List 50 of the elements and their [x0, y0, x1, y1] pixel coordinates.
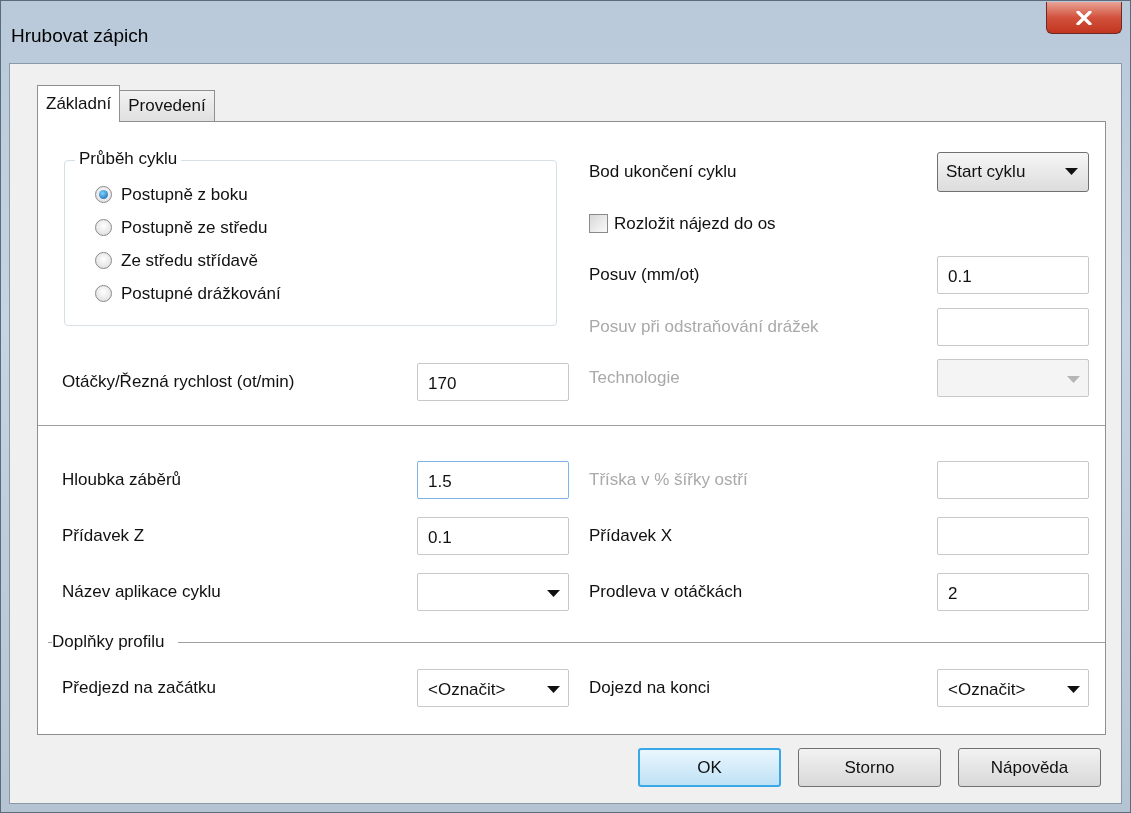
field-label: Přídavek X	[589, 526, 673, 545]
text-field[interactable]	[937, 517, 1089, 555]
close-icon	[1076, 10, 1092, 25]
radio-label: Postupné drážkování	[121, 283, 281, 304]
radio-button[interactable]	[95, 285, 112, 302]
field-label: Bod ukončení cyklu	[589, 162, 737, 181]
combo-box[interactable]: <Označit>	[937, 669, 1089, 707]
field-label: Přídavek Z	[62, 526, 145, 545]
checkbox[interactable]	[589, 214, 608, 233]
section-title: Doplňky profilu	[52, 632, 166, 652]
radio-button[interactable]	[95, 186, 112, 203]
combo-box[interactable]	[417, 573, 569, 611]
close-button[interactable]	[1046, 2, 1122, 34]
text-field[interactable]: 0.1	[417, 517, 569, 555]
radio-button[interactable]	[95, 219, 112, 236]
dropdown-button[interactable]: Start cyklu	[937, 152, 1089, 192]
field-label: Tříska v % šířky ostří	[589, 470, 748, 489]
dialog-button[interactable]: OK	[638, 748, 781, 787]
radio-label: Ze středu střídavě	[121, 250, 258, 271]
tab[interactable]: Základní	[37, 85, 121, 122]
caret-icon	[1065, 168, 1078, 176]
combo-box[interactable]	[937, 359, 1089, 397]
text-field[interactable]: 1.5	[417, 461, 569, 499]
caret-icon	[547, 685, 560, 694]
field-label: Prodleva v otáčkách	[589, 582, 743, 601]
radio-button[interactable]	[95, 252, 112, 269]
dialog-button[interactable]: Storno	[798, 748, 941, 787]
text-field[interactable]: 170	[417, 363, 569, 401]
field-label: Hloubka záběrů	[62, 470, 182, 489]
window-title: Hrubovat zápich	[11, 25, 149, 47]
field-label: Technologie	[589, 368, 680, 387]
text-field[interactable]: 0.1	[937, 256, 1089, 294]
dialog-button[interactable]: Nápověda	[958, 748, 1101, 787]
combo-box[interactable]: <Označit>	[417, 669, 569, 707]
field-label: Otáčky/Řezná rychlost (ot/min)	[62, 372, 295, 391]
group-title: Průběh cyklu	[75, 149, 182, 169]
field-label: Předjezd na začátku	[62, 678, 217, 697]
tab[interactable]: Provedení	[119, 90, 215, 121]
caret-icon	[1067, 685, 1080, 694]
text-field[interactable]	[937, 307, 1089, 346]
field-label: Posuv (mm/ot)	[589, 265, 700, 284]
caret-icon	[1067, 375, 1080, 384]
checkbox-label: Rozložit nájezd do os	[614, 213, 776, 234]
radio-label: Postupně ze středu	[121, 217, 268, 238]
text-field[interactable]: 2	[937, 573, 1089, 611]
field-label: Posuv při odstraňování drážek	[589, 316, 819, 336]
radio-label: Postupně z boku	[121, 184, 248, 205]
field-label: Dojezd na konci	[589, 678, 710, 697]
caret-icon	[547, 589, 560, 598]
field-label: Název aplikace cyklu	[62, 582, 221, 601]
